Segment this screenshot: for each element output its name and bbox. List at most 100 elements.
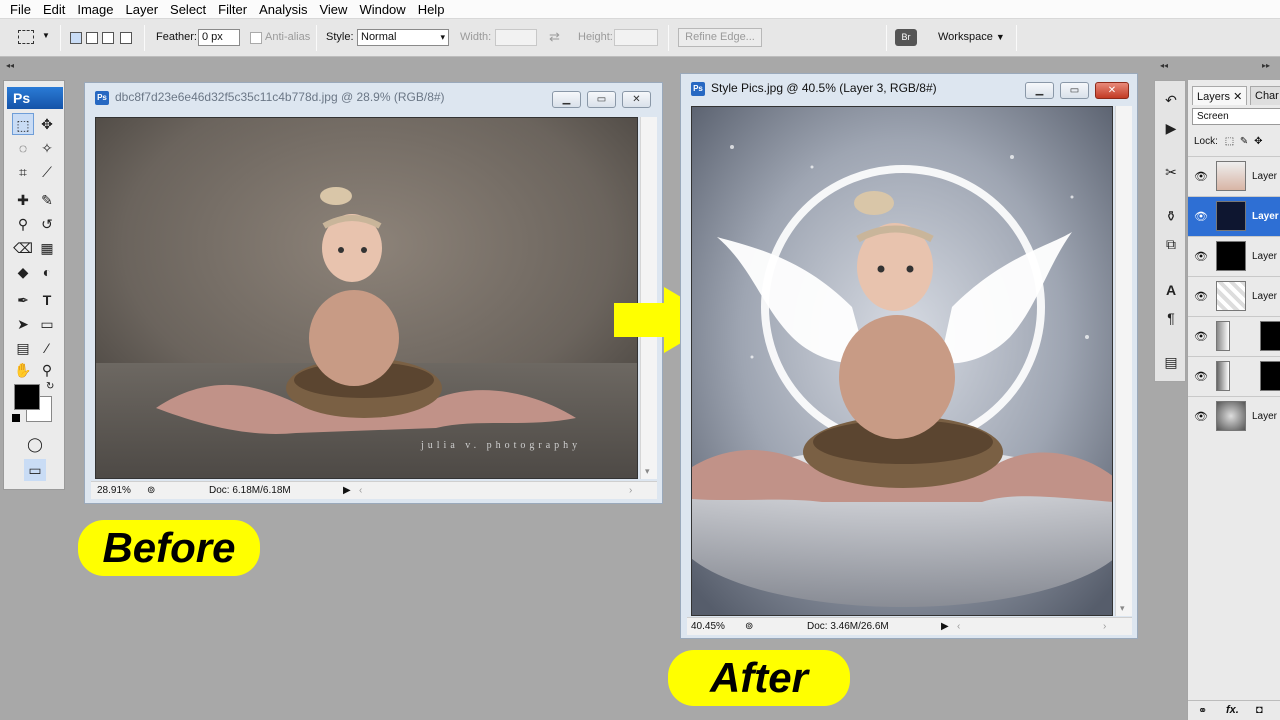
menu-filter[interactable]: Filter <box>212 0 253 19</box>
lock-position-icon[interactable]: ✥ <box>1254 136 1262 147</box>
scroll-down-icon[interactable]: ▾ <box>1120 603 1125 614</box>
slice-tool-icon[interactable]: ⟋ <box>36 161 58 183</box>
scroll-down-icon[interactable]: ▾ <box>645 466 650 477</box>
visibility-eye-icon[interactable]: 👁 <box>1194 410 1208 423</box>
tab-layers[interactable]: Layers ✕ <box>1192 86 1248 105</box>
crop-tool-icon[interactable]: ⌗ <box>12 161 34 183</box>
foreground-color-swatch[interactable] <box>14 384 40 410</box>
status-arrow-icon[interactable]: ▶ <box>941 621 949 632</box>
layer-row[interactable]: 👁 Layer <box>1188 236 1280 276</box>
type-tool-icon[interactable]: T <box>36 289 58 311</box>
layer-comps-icon[interactable]: ▤ <box>1160 351 1182 373</box>
layer-style-fx-icon[interactable]: fx. <box>1226 704 1239 716</box>
hand-tool-icon[interactable]: ✋ <box>12 359 34 381</box>
brush-tool-icon[interactable]: ✎ <box>36 189 58 211</box>
status-arrow-icon[interactable]: ▶ <box>343 485 351 496</box>
history-brush-tool-icon[interactable]: ↺ <box>36 213 58 235</box>
dodge-tool-icon[interactable]: ◐ <box>36 261 58 283</box>
notes-tool-icon[interactable]: ▤ <box>12 337 34 359</box>
close-button[interactable]: ✕ <box>622 91 651 108</box>
default-colors-icon[interactable] <box>12 414 20 422</box>
eyedropper-tool-icon[interactable]: ⁄ <box>36 337 58 359</box>
status-menu-icon[interactable]: ⊚ <box>745 621 753 632</box>
marquee-tool-icon[interactable]: ⬚ <box>12 113 34 135</box>
screen-mode-icon[interactable]: ▭ <box>24 459 46 481</box>
intersect-selection-icon[interactable] <box>120 32 132 44</box>
visibility-eye-icon[interactable]: 👁 <box>1194 210 1208 223</box>
menu-window[interactable]: Window <box>353 0 411 19</box>
layer-row[interactable]: 👁 Layer <box>1188 396 1280 436</box>
lock-transparency-icon[interactable]: ⬚ <box>1225 136 1234 147</box>
zoom-tool-icon[interactable]: ⚲ <box>36 359 58 381</box>
scroll-left-icon[interactable]: ‹ <box>957 621 960 632</box>
character-panel-icon[interactable]: A <box>1160 279 1182 301</box>
subtract-selection-icon[interactable] <box>102 32 114 44</box>
layer-row[interactable]: 👁 <box>1188 316 1280 356</box>
layer-row-selected[interactable]: 👁 Layer <box>1188 196 1280 236</box>
collapse-tools-icon[interactable]: ◂◂ <box>6 61 14 70</box>
scroll-left-icon[interactable]: ‹ <box>359 485 362 496</box>
tab-channels[interactable]: Char <box>1250 86 1280 105</box>
link-layers-icon[interactable]: ⚭ <box>1198 704 1207 717</box>
tool-presets-icon[interactable]: ✂ <box>1160 161 1182 183</box>
zoom-level[interactable]: 40.45% <box>691 621 725 632</box>
blend-mode-select[interactable]: Screen <box>1192 108 1280 125</box>
menu-analysis[interactable]: Analysis <box>253 0 313 19</box>
menu-select[interactable]: Select <box>164 0 212 19</box>
workspace-menu[interactable]: Workspace ▼ <box>938 31 1005 43</box>
canvas-after[interactable] <box>691 106 1113 616</box>
lasso-tool-icon[interactable]: ◌ <box>12 137 34 159</box>
collapse-dock-icon[interactable]: ◂◂ <box>1160 61 1168 70</box>
add-mask-icon[interactable]: ◘ <box>1256 704 1263 716</box>
magic-wand-tool-icon[interactable]: ✧ <box>36 137 58 159</box>
antialias-checkbox[interactable] <box>250 32 262 44</box>
healing-brush-tool-icon[interactable]: ✚ <box>12 189 34 211</box>
history-panel-icon[interactable]: ↶ <box>1160 89 1182 111</box>
visibility-eye-icon[interactable]: 👁 <box>1194 330 1208 343</box>
document-title-bar[interactable]: Ps Style Pics.jpg @ 40.5% (Layer 3, RGB/… <box>681 74 1137 100</box>
minimize-button[interactable]: ▁ <box>1025 82 1054 99</box>
menu-help[interactable]: Help <box>412 0 451 19</box>
swap-dimensions-icon[interactable]: ⇄ <box>549 29 560 45</box>
path-selection-tool-icon[interactable]: ➤ <box>12 313 34 335</box>
visibility-eye-icon[interactable]: 👁 <box>1194 170 1208 183</box>
quick-mask-icon[interactable]: ◯ <box>24 433 46 455</box>
canvas-before[interactable]: julia v. photography <box>95 117 638 479</box>
eraser-tool-icon[interactable]: ⌫ <box>12 237 34 259</box>
zoom-level[interactable]: 28.91% <box>97 485 131 496</box>
actions-panel-icon[interactable]: ▶ <box>1160 117 1182 139</box>
swap-colors-icon[interactable]: ↻ <box>46 381 54 392</box>
blur-tool-icon[interactable]: ◆ <box>12 261 34 283</box>
maximize-button[interactable]: ▭ <box>1060 82 1089 99</box>
scroll-right-icon[interactable]: › <box>629 485 632 496</box>
bridge-icon[interactable]: Br <box>895 29 917 46</box>
menu-edit[interactable]: Edit <box>37 0 71 19</box>
new-selection-icon[interactable] <box>70 32 82 44</box>
maximize-button[interactable]: ▭ <box>587 91 616 108</box>
layer-row[interactable]: 👁 <box>1188 356 1280 396</box>
style-select[interactable]: Normal ▾ <box>357 29 449 46</box>
visibility-eye-icon[interactable]: 👁 <box>1194 250 1208 263</box>
close-button[interactable]: ✕ <box>1095 82 1129 99</box>
feather-input[interactable]: 0 px <box>198 29 240 46</box>
visibility-eye-icon[interactable]: 👁 <box>1194 290 1208 303</box>
menu-view[interactable]: View <box>313 0 353 19</box>
status-menu-icon[interactable]: ⊚ <box>147 485 155 496</box>
add-selection-icon[interactable] <box>86 32 98 44</box>
layer-row[interactable]: 👁 Layer <box>1188 156 1280 196</box>
shape-tool-icon[interactable]: ▭ <box>36 313 58 335</box>
collapse-layers-icon[interactable]: ▸▸ <box>1262 61 1270 70</box>
minimize-button[interactable]: ▁ <box>552 91 581 108</box>
clone-source-icon[interactable]: ⧉ <box>1160 233 1182 255</box>
height-input[interactable] <box>614 29 658 46</box>
marquee-tool-preset-icon[interactable] <box>18 30 34 44</box>
visibility-eye-icon[interactable]: 👁 <box>1194 370 1208 383</box>
menu-layer[interactable]: Layer <box>120 0 165 19</box>
refine-edge-button[interactable]: Refine Edge... <box>678 28 762 47</box>
gradient-tool-icon[interactable]: ▦ <box>36 237 58 259</box>
menu-file[interactable]: File <box>4 0 37 19</box>
paragraph-panel-icon[interactable]: ¶ <box>1160 307 1182 329</box>
width-input[interactable] <box>495 29 537 46</box>
menu-image[interactable]: Image <box>71 0 119 19</box>
brushes-panel-icon[interactable]: ⚱ <box>1160 205 1182 227</box>
